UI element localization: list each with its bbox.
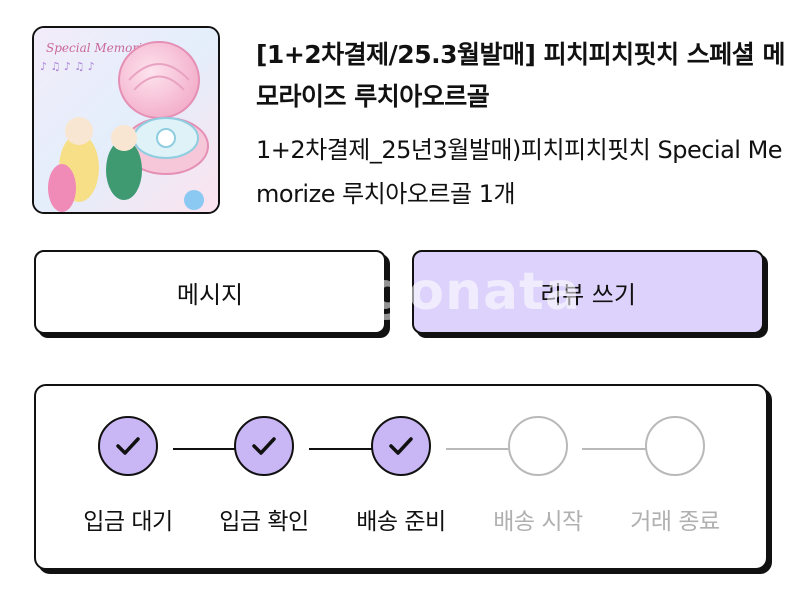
empty-circle-icon: [508, 416, 568, 476]
step-transaction-complete: 거래 종료: [610, 416, 740, 536]
check-icon: [371, 416, 431, 476]
step-label: 거래 종료: [630, 509, 720, 535]
product-option: 1+2차결제_25년3월발매)피치피치핏치 Special Memorize 루…: [256, 136, 783, 208]
product-title[interactable]: [1+2차결제/25.3월발매] 피치피치핏치 스페셜 메모라이즈 루치아오르골: [256, 34, 796, 118]
step-shipping-started: 배송 시작: [473, 416, 603, 536]
empty-circle-icon: [645, 416, 705, 476]
svg-text:♪ ♫ ♪ ♫ ♪: ♪ ♫ ♪ ♫ ♪: [40, 60, 95, 73]
product-image: Special Memorize ♪ ♫ ♪ ♫ ♪: [34, 28, 218, 212]
step-payment-waiting: 입금 대기: [63, 416, 193, 536]
write-review-button[interactable]: 리뷰 쓰기: [412, 250, 764, 334]
order-progress: 입금 대기 입금 확인 배송 준비 배송 시작 거래 종료: [34, 384, 768, 570]
message-button[interactable]: 메시지: [34, 250, 386, 334]
product-thumbnail[interactable]: Special Memorize ♪ ♫ ♪ ♫ ♪: [32, 26, 220, 214]
step-label: 배송 준비: [356, 509, 446, 535]
step-label: 입금 확인: [219, 509, 309, 535]
step-shipping-prep: 배송 준비: [336, 416, 466, 536]
check-icon: [98, 416, 158, 476]
step-label: 배송 시작: [493, 509, 583, 535]
check-icon: [234, 416, 294, 476]
step-label: 입금 대기: [83, 509, 173, 535]
step-payment-confirmed: 입금 확인: [199, 416, 329, 536]
